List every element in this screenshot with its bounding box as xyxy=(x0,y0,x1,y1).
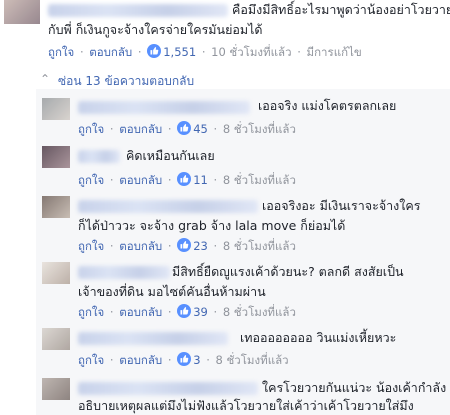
like-count[interactable]: 45 xyxy=(193,122,208,136)
timestamp[interactable]: 10 ชั่วโมงที่แล้ว xyxy=(211,45,291,59)
avatar[interactable] xyxy=(42,262,70,284)
reply-author-name[interactable] xyxy=(78,150,120,163)
like-count[interactable]: 23 xyxy=(193,239,208,253)
reply-author-name[interactable] xyxy=(78,101,250,114)
reply-text-line1: เออจริงอะ มีเงินเราจะจ้างใคร xyxy=(262,198,421,213)
avatar[interactable] xyxy=(42,98,70,120)
commenter-name[interactable] xyxy=(48,4,228,17)
reply-text-line2: อธิบายเหตุผลแต่มึงไม่ฟังแล้วโวยวายใส่เค้… xyxy=(78,398,414,413)
reply-actions: ถูกใจ · ตอบกลับ · 39 · 8 ชั่วโมงที่แล้ว xyxy=(78,304,296,319)
avatar[interactable] xyxy=(42,196,70,218)
comment-actions: ถูกใจ · ตอบกลับ · 1,551 · 10 ชั่วโมงที่แ… xyxy=(48,44,362,59)
timestamp[interactable]: 8 ชั่วโมงที่แล้ว xyxy=(223,173,296,187)
like-count[interactable]: 39 xyxy=(193,305,208,319)
like-link[interactable]: ถูกใจ xyxy=(78,305,104,319)
reply-text-line2: ก็ได้ป่าววะ จะจ้าง grab จ้าง lala move ก… xyxy=(78,218,346,233)
avatar[interactable] xyxy=(42,328,70,350)
reply-author-name[interactable] xyxy=(78,200,258,213)
reply-link[interactable]: ตอบกลับ xyxy=(119,122,162,136)
comment-text-line1: คือมึงมีสิทธิ์อะไรมาพูดว่าน้องอย่าโวยวาย xyxy=(232,2,450,17)
reply-text: คิดเหมือนกันเลย xyxy=(126,148,215,163)
like-link[interactable]: ถูกใจ xyxy=(78,173,104,187)
like-count[interactable]: 11 xyxy=(193,173,208,187)
like-icon xyxy=(177,304,192,318)
like-count[interactable]: 1,551 xyxy=(163,45,196,59)
timestamp[interactable]: 8 ชั่วโมงที่แล้ว xyxy=(216,353,289,367)
comment-text-line2: กับพี่ ก็เงินกูจะจ้างใครจ่ายใครมันย่อมได… xyxy=(48,22,263,37)
reply-actions: ถูกใจ · ตอบกลับ · 3 · 8 ชั่วโมงที่แล้ว xyxy=(78,352,289,367)
reply-text-line2: เจ้าของที่ดิน มอไซต์คันอื่นห้ามผ่าน xyxy=(78,284,266,299)
reply-actions: ถูกใจ · ตอบกลับ · 45 · 8 ชั่วโมงที่แล้ว xyxy=(78,121,296,136)
like-link[interactable]: ถูกใจ xyxy=(48,45,74,59)
like-icon xyxy=(177,172,192,186)
avatar[interactable] xyxy=(4,0,40,24)
like-icon xyxy=(177,238,192,252)
reply-link[interactable]: ตอบกลับ xyxy=(119,353,162,367)
reply-link[interactable]: ตอบกลับ xyxy=(119,173,162,187)
reply-author-name[interactable] xyxy=(78,332,228,345)
reply-link[interactable]: ตอบกลับ xyxy=(89,45,132,59)
timestamp[interactable]: 8 ชั่วโมงที่แล้ว xyxy=(223,305,296,319)
like-link[interactable]: ถูกใจ xyxy=(78,122,104,136)
reply-text-line1: มีสิทธิ์ยืดญูแรงเค้าด้วยนะ? ตลกดี สงสัยเ… xyxy=(172,264,404,279)
like-count[interactable]: 3 xyxy=(193,353,200,367)
edited-label: มีการแก้ไข xyxy=(306,45,362,59)
like-icon xyxy=(177,352,192,366)
reply-link[interactable]: ตอบกลับ xyxy=(119,239,162,253)
reply-actions: ถูกใจ · ตอบกลับ · 23 · 8 ชั่วโมงที่แล้ว xyxy=(78,238,296,253)
like-icon xyxy=(147,44,162,58)
like-icon xyxy=(177,121,192,135)
reply-author-name[interactable] xyxy=(78,266,170,279)
reply-text: เทออออออออ วินแม่งเหี้ยหวะ xyxy=(240,330,397,345)
like-link[interactable]: ถูกใจ xyxy=(78,353,104,367)
reply-link[interactable]: ตอบกลับ xyxy=(119,305,162,319)
reply-text: เออจริง แม่งโคตรตลกเลย xyxy=(258,98,397,113)
reply-author-name[interactable] xyxy=(78,382,258,395)
avatar[interactable] xyxy=(42,378,70,400)
reply-arrow-icon: ⌃ xyxy=(40,72,51,86)
timestamp[interactable]: 8 ชั่วโมงที่แล้ว xyxy=(223,122,296,136)
reply-text-line1: ใครโวยวายกันแน่วะ น้องเค้ากำลัง xyxy=(262,380,447,395)
reply-actions: ถูกใจ · ตอบกลับ · 11 · 8 ชั่วโมงที่แล้ว xyxy=(78,172,296,187)
like-link[interactable]: ถูกใจ xyxy=(78,239,104,253)
avatar[interactable] xyxy=(42,146,70,168)
timestamp[interactable]: 8 ชั่วโมงที่แล้ว xyxy=(223,239,296,253)
